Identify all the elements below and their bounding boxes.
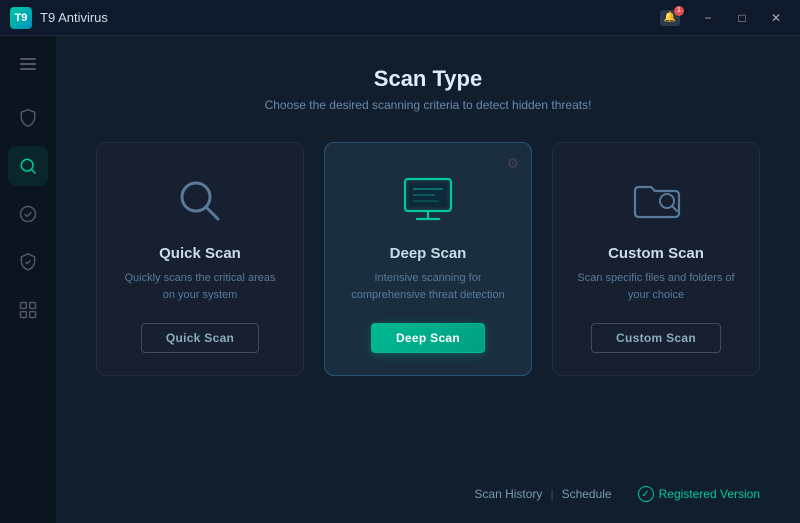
page-title: Scan Type (374, 66, 482, 92)
quick-scan-card: Quick Scan Quickly scans the critical ar… (96, 142, 304, 376)
sidebar-item-security[interactable] (8, 242, 48, 282)
notification-count: 1 (674, 6, 684, 16)
custom-scan-button[interactable]: Custom Scan (591, 323, 721, 353)
footer-links: Scan History | Schedule (468, 485, 617, 503)
quick-scan-icon (170, 171, 230, 231)
custom-scan-card: Custom Scan Scan specific files and fold… (552, 142, 760, 376)
titlebar-left: T9 T9 Antivirus (10, 7, 108, 29)
notification-badge-container: 🔔 1 (660, 10, 680, 26)
close-button[interactable]: ✕ (762, 7, 790, 29)
scan-cards-container: Quick Scan Quickly scans the critical ar… (96, 142, 760, 376)
sidebar-item-status[interactable] (8, 194, 48, 234)
deep-scan-card: ⚙ Deep Scan In (324, 142, 532, 376)
registered-label: Registered Version (659, 487, 760, 501)
titlebar: T9 T9 Antivirus 🔔 1 − □ ✕ (0, 0, 800, 36)
registered-badge: ✓ Registered Version (638, 486, 760, 502)
settings-icon[interactable]: ⚙ (506, 155, 519, 172)
custom-scan-title: Custom Scan (608, 245, 704, 262)
schedule-link[interactable]: Schedule (556, 485, 618, 503)
deep-scan-title: Deep Scan (390, 245, 467, 262)
deep-scan-button[interactable]: Deep Scan (371, 323, 485, 353)
quick-scan-button[interactable]: Quick Scan (141, 323, 259, 353)
footer-separator: | (548, 487, 555, 501)
scan-history-link[interactable]: Scan History (468, 485, 548, 503)
registered-check-icon: ✓ (638, 486, 654, 502)
sidebar-item-scan[interactable] (8, 146, 48, 186)
main-content: Scan Type Choose the desired scanning cr… (56, 36, 800, 523)
app-logo: T9 (10, 7, 32, 29)
minimize-button[interactable]: − (694, 7, 722, 29)
sidebar (0, 36, 56, 523)
quick-scan-title: Quick Scan (159, 245, 241, 262)
custom-scan-desc: Scan specific files and folders of your … (573, 270, 739, 303)
deep-scan-desc: Intensive scanning for comprehensive thr… (345, 270, 511, 303)
app-title: T9 Antivirus (40, 10, 108, 25)
content-footer: Scan History | Schedule ✓ Registered Ver… (96, 469, 760, 503)
page-subtitle: Choose the desired scanning criteria to … (265, 98, 592, 112)
main-layout: Scan Type Choose the desired scanning cr… (0, 36, 800, 523)
quick-scan-desc: Quickly scans the critical areas on your… (117, 270, 283, 303)
hamburger-menu-icon[interactable] (10, 46, 46, 82)
custom-scan-icon (626, 171, 686, 231)
maximize-button[interactable]: □ (728, 7, 756, 29)
sidebar-item-protection[interactable] (8, 98, 48, 138)
sidebar-item-tools[interactable] (8, 290, 48, 330)
deep-scan-icon (398, 171, 458, 231)
window-controls: 🔔 1 − □ ✕ (660, 7, 790, 29)
